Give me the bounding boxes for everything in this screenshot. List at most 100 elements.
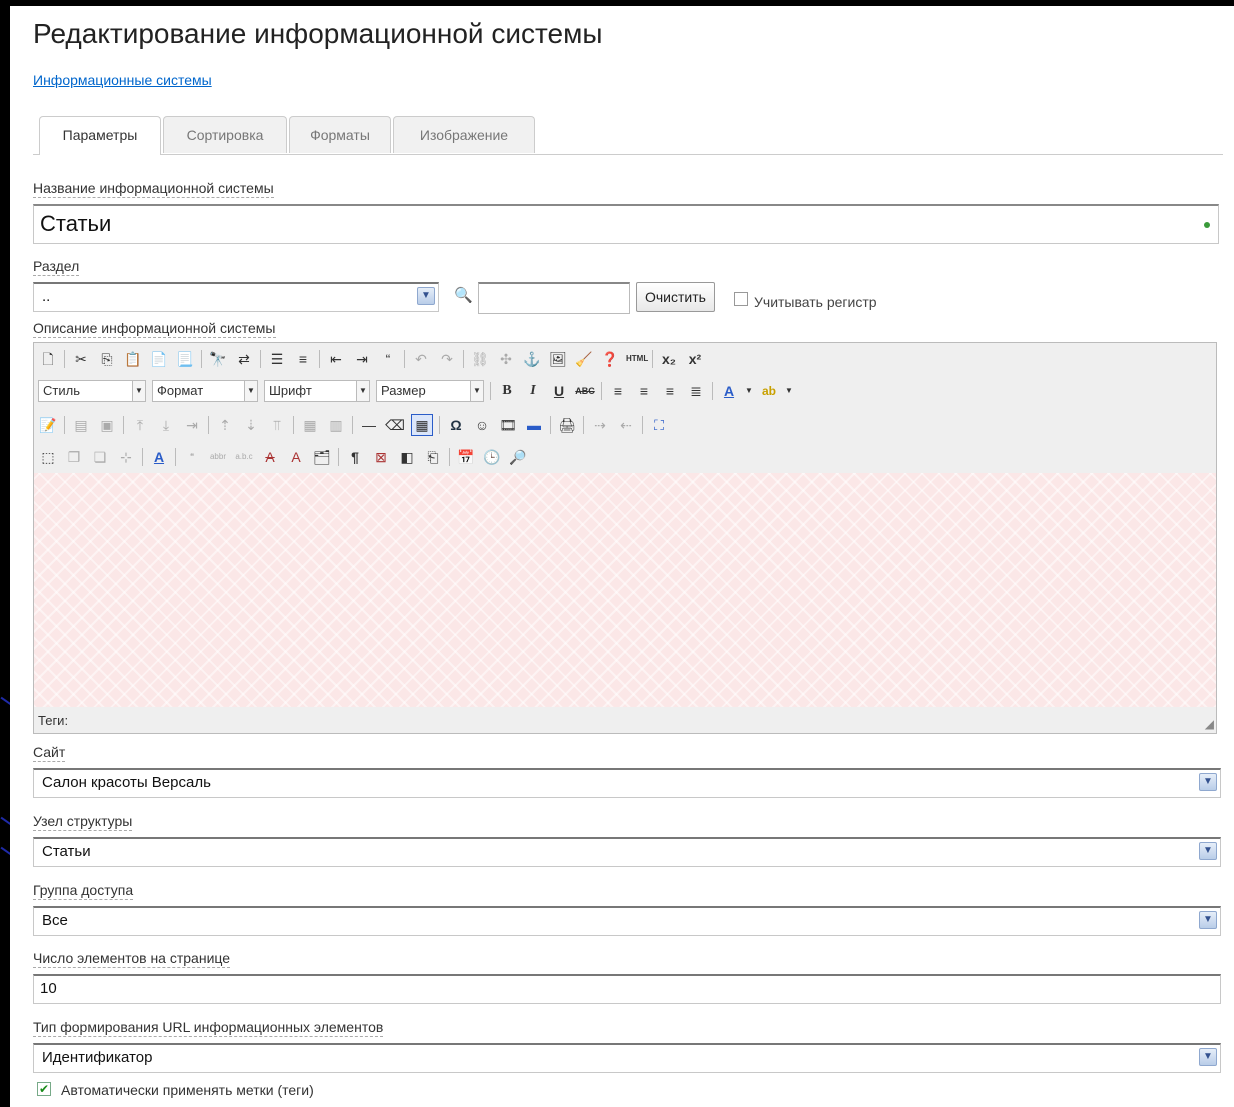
align-left-icon[interactable]: ≡ bbox=[608, 381, 628, 401]
paste-icon[interactable]: 📋 bbox=[123, 349, 143, 369]
editor-content-area[interactable] bbox=[34, 473, 1216, 707]
name-input[interactable]: Статьи bbox=[33, 204, 1219, 244]
table-row-props-icon[interactable]: ▤ bbox=[71, 415, 91, 435]
resize-handle-icon[interactable]: ◢ bbox=[1205, 717, 1214, 731]
replace-icon[interactable]: ⇄ bbox=[234, 349, 254, 369]
site-select[interactable]: Салон красоты Версаль ▼ bbox=[33, 768, 1221, 798]
url-type-select[interactable]: Идентификатор ▼ bbox=[33, 1043, 1221, 1073]
font-combo[interactable]: Шрифт ▼ bbox=[264, 380, 370, 402]
abbr-icon[interactable]: abbr bbox=[208, 447, 228, 467]
case-sensitive-checkbox[interactable] bbox=[734, 292, 748, 306]
tab-image[interactable]: Изображение bbox=[393, 116, 535, 153]
page-break-icon[interactable]: ⎗ bbox=[423, 447, 443, 467]
edit-css-icon[interactable]: 📝 bbox=[38, 415, 58, 435]
underline-icon[interactable]: U bbox=[549, 381, 569, 401]
subscript-icon[interactable]: x₂ bbox=[659, 349, 679, 369]
superscript-icon[interactable]: x² bbox=[685, 349, 705, 369]
delete-row-icon[interactable]: ⇥ bbox=[182, 415, 202, 435]
numbered-list-icon[interactable]: ≡ bbox=[293, 349, 313, 369]
access-select[interactable]: Все ▼ bbox=[33, 906, 1221, 936]
table-icon[interactable]: ▦ bbox=[411, 414, 433, 436]
nonbreaking-icon[interactable]: ⊠ bbox=[371, 447, 391, 467]
help-icon[interactable]: ❓ bbox=[600, 349, 620, 369]
new-document-icon[interactable]: 🗋 bbox=[38, 349, 58, 369]
image-icon[interactable]: 🖼 bbox=[548, 349, 568, 369]
insert-date-icon[interactable]: 📅 bbox=[456, 447, 476, 467]
move-forward-icon[interactable]: ❐ bbox=[64, 447, 84, 467]
chevron-down-icon[interactable]: ▼ bbox=[785, 381, 793, 401]
print-icon[interactable]: 🖨 bbox=[557, 415, 577, 435]
clear-button[interactable]: Очистить bbox=[636, 282, 715, 312]
unlink-icon[interactable]: ✣ bbox=[496, 349, 516, 369]
paste-word-icon[interactable]: 📃 bbox=[175, 349, 195, 369]
format-combo[interactable]: Формат ▼ bbox=[152, 380, 258, 402]
table-cell-props-icon[interactable]: ▣ bbox=[97, 415, 117, 435]
bullet-list-icon[interactable]: ☰ bbox=[267, 349, 287, 369]
insert-row-after-icon[interactable]: ⤓ bbox=[156, 415, 176, 435]
auto-tags-checkbox[interactable]: ✔ bbox=[37, 1082, 51, 1096]
cite-icon[interactable]: ❝ bbox=[182, 447, 202, 467]
deletion-icon[interactable]: A bbox=[260, 447, 280, 467]
toolbar-separator bbox=[712, 382, 713, 400]
cut-icon[interactable]: ✂ bbox=[71, 349, 91, 369]
acronym-icon[interactable]: a.b.c bbox=[234, 447, 254, 467]
undo-icon[interactable]: ↶ bbox=[411, 349, 431, 369]
align-center-icon[interactable]: ≡ bbox=[634, 381, 654, 401]
search-input[interactable] bbox=[478, 282, 630, 314]
attributes-icon[interactable]: 🗂 bbox=[312, 447, 332, 467]
media-icon[interactable]: 🎞 bbox=[498, 415, 518, 435]
strikethrough-icon[interactable]: ABC bbox=[575, 381, 595, 401]
absolute-position-icon[interactable]: ⊹ bbox=[116, 447, 136, 467]
bold-icon[interactable]: B bbox=[497, 381, 517, 401]
blockquote-icon[interactable]: “ bbox=[378, 349, 398, 369]
copy-icon[interactable]: ⎘ bbox=[97, 349, 117, 369]
delete-col-icon[interactable]: ⫪ bbox=[267, 415, 287, 435]
find-icon[interactable]: 🔭 bbox=[208, 349, 228, 369]
split-cells-icon[interactable]: ▦ bbox=[300, 415, 320, 435]
tab-parameters[interactable]: Параметры bbox=[39, 116, 161, 155]
indent-icon[interactable]: ⇥ bbox=[352, 349, 372, 369]
breadcrumb-link[interactable]: Информационные системы bbox=[33, 72, 212, 88]
styles-icon[interactable]: A bbox=[149, 447, 169, 467]
remove-format-icon[interactable]: ⌫ bbox=[385, 415, 405, 435]
fullscreen-icon[interactable]: ⛶ bbox=[649, 415, 669, 435]
emoticon-icon[interactable]: ☺ bbox=[472, 415, 492, 435]
visual-chars-icon[interactable]: ¶ bbox=[345, 447, 365, 467]
horizontal-rule-icon[interactable]: — bbox=[359, 415, 379, 435]
structure-select[interactable]: Статьи ▼ bbox=[33, 837, 1221, 867]
template-icon[interactable]: ◧ bbox=[397, 447, 417, 467]
special-char-icon[interactable]: Ω bbox=[446, 415, 466, 435]
size-combo[interactable]: Размер ▼ bbox=[376, 380, 484, 402]
tab-sorting[interactable]: Сортировка bbox=[163, 116, 287, 153]
preview-icon[interactable]: 🔎 bbox=[508, 447, 528, 467]
text-color-icon[interactable]: A bbox=[719, 381, 739, 401]
paste-text-icon[interactable]: 📄 bbox=[149, 349, 169, 369]
horizontal-line-icon[interactable]: ▬ bbox=[524, 415, 544, 435]
redo-icon[interactable]: ↷ bbox=[437, 349, 457, 369]
ltr-icon[interactable]: ⇢ bbox=[590, 415, 610, 435]
insert-layer-icon[interactable]: ⬚ bbox=[38, 447, 58, 467]
align-right-icon[interactable]: ≡ bbox=[660, 381, 680, 401]
tab-formats[interactable]: Форматы bbox=[289, 116, 391, 153]
outdent-icon[interactable]: ⇤ bbox=[326, 349, 346, 369]
insert-col-before-icon[interactable]: ⇡ bbox=[215, 415, 235, 435]
per-page-input[interactable]: 10 bbox=[33, 974, 1221, 1004]
anchor-icon[interactable]: ⚓ bbox=[522, 349, 542, 369]
insert-col-after-icon[interactable]: ⇣ bbox=[241, 415, 261, 435]
link-icon[interactable]: ⛓ bbox=[470, 349, 490, 369]
insert-time-icon[interactable]: 🕒 bbox=[482, 447, 502, 467]
html-icon[interactable]: HTML bbox=[626, 349, 648, 369]
rtl-icon[interactable]: ⇠ bbox=[616, 415, 636, 435]
insert-row-before-icon[interactable]: ⤒ bbox=[130, 415, 150, 435]
merge-cells-icon[interactable]: ▥ bbox=[326, 415, 346, 435]
move-backward-icon[interactable]: ❏ bbox=[90, 447, 110, 467]
insertion-icon[interactable]: A bbox=[286, 447, 306, 467]
cleanup-icon[interactable]: 🧹 bbox=[574, 349, 594, 369]
highlight-color-icon[interactable]: ab bbox=[759, 381, 779, 401]
align-justify-icon[interactable]: ≣ bbox=[686, 381, 706, 401]
section-select[interactable]: .. ▼ bbox=[33, 282, 439, 312]
chevron-down-icon[interactable]: ▼ bbox=[745, 381, 753, 401]
access-select-value: Все bbox=[42, 912, 68, 929]
style-combo[interactable]: Стиль ▼ bbox=[38, 380, 146, 402]
italic-icon[interactable]: I bbox=[523, 381, 543, 401]
